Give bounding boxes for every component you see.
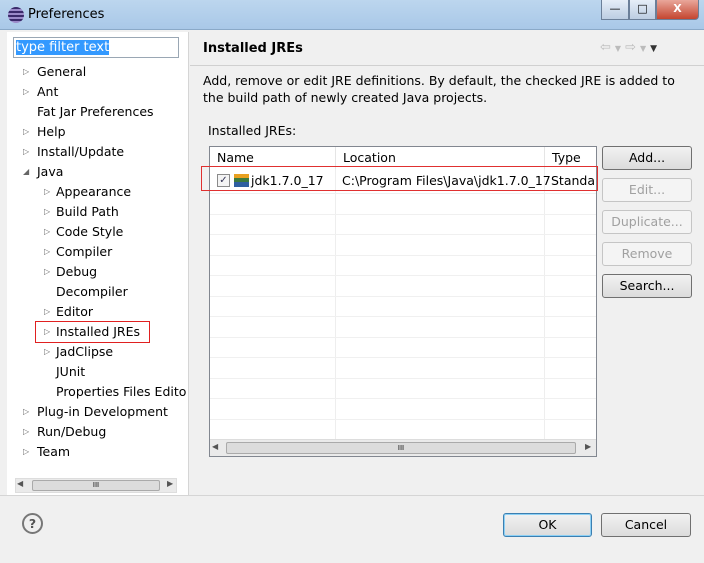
maximize-button[interactable]: □	[629, 0, 656, 20]
tree-item-label: General	[37, 64, 87, 79]
collapsed-arrow-icon[interactable]: ▷	[44, 202, 50, 222]
tree-horizontal-scrollbar[interactable]: ◀ III ▶	[15, 478, 177, 493]
tree-item-label: Run/Debug	[37, 424, 107, 439]
collapsed-arrow-icon[interactable]: ▷	[44, 322, 50, 342]
grid-line	[210, 398, 596, 399]
help-icon[interactable]: ?	[22, 513, 43, 534]
back-arrow-icon[interactable]: ⇦	[600, 40, 615, 55]
grid-line	[210, 316, 596, 317]
title-bar: Preferences — □ X	[0, 0, 704, 30]
grid-line	[210, 213, 596, 215]
collapsed-arrow-icon[interactable]: ▷	[44, 342, 50, 362]
tree-item-label: Build Path	[56, 204, 119, 219]
table-horizontal-scrollbar[interactable]: ◀ III ▶	[210, 439, 596, 456]
grid-line	[210, 377, 596, 379]
view-menu-icon[interactable]: ▼	[650, 44, 661, 54]
divider	[0, 495, 704, 496]
minimize-button[interactable]: —	[601, 0, 629, 20]
preferences-tree-panel: type filter text ▷ General ▷ Ant Fat Jar Pre…	[7, 32, 189, 495]
scroll-thumb[interactable]: III	[32, 480, 160, 491]
tree-item-label: Install/Update	[37, 144, 125, 159]
page-navigation: ⇦▼⇨▼▼	[600, 40, 661, 55]
tree-item-label: Debug	[56, 264, 98, 279]
collapsed-arrow-icon[interactable]: ▷	[23, 62, 29, 82]
search-button[interactable]: Search...	[602, 274, 692, 298]
jre-list-label: Installed JREs:	[208, 123, 297, 138]
tree-item-label: Ant	[37, 84, 59, 99]
scroll-left-arrow-icon[interactable]: ◀	[17, 479, 23, 488]
page-description: Add, remove or edit JRE definitions. By …	[203, 73, 675, 105]
scroll-right-arrow-icon[interactable]: ▶	[167, 479, 173, 488]
collapsed-arrow-icon[interactable]: ▷	[44, 242, 50, 262]
collapsed-arrow-icon[interactable]: ▷	[23, 402, 29, 422]
remove-button[interactable]: Remove	[602, 242, 692, 266]
back-menu-icon[interactable]: ▼	[615, 44, 625, 53]
tree-item-label: Plug-in Development	[37, 404, 168, 419]
collapsed-arrow-icon[interactable]: ▷	[44, 182, 50, 202]
tree-item-label: Java	[37, 164, 64, 179]
tree-item[interactable]: ▷ Installed JREs	[35, 321, 150, 343]
window-title: Preferences	[28, 7, 105, 22]
close-button[interactable]: X	[656, 0, 699, 20]
tree-item-label: Team	[37, 444, 71, 459]
tree-item-label: Code Style	[56, 224, 124, 239]
installed-jres-page: Installed JREs ⇦▼⇨▼▼ Add, remove or edit…	[190, 32, 704, 495]
tree-item-label: Fat Jar Preferences	[37, 104, 154, 119]
tree-item-label: Properties Files Edito	[56, 384, 187, 399]
grid-line	[210, 234, 596, 235]
grid-line	[210, 193, 596, 194]
grid-line	[210, 275, 596, 276]
filter-text: type filter text	[16, 40, 110, 55]
forward-arrow-icon[interactable]: ⇨	[625, 40, 640, 55]
expanded-arrow-icon[interactable]: ◢	[23, 162, 29, 182]
cancel-button[interactable]: Cancel	[601, 513, 691, 537]
add-button[interactable]: Add...	[602, 146, 692, 170]
tree-item-label: Editor	[56, 304, 93, 319]
grid-line	[210, 254, 596, 256]
collapsed-arrow-icon[interactable]: ▷	[44, 222, 50, 242]
collapsed-arrow-icon[interactable]: ▷	[23, 442, 29, 462]
forward-menu-icon[interactable]: ▼	[640, 44, 650, 53]
ok-button[interactable]: OK	[503, 513, 592, 537]
tree-item-label: Appearance	[56, 184, 132, 199]
highlight-box	[201, 166, 598, 191]
scroll-left-arrow-icon[interactable]: ◀	[212, 442, 218, 451]
tree-item-label: JadClipse	[56, 344, 114, 359]
page-title: Installed JREs	[203, 41, 303, 56]
grid-line	[210, 357, 596, 358]
edit-button[interactable]: Edit...	[602, 178, 692, 202]
tree-item-label: Compiler	[56, 244, 113, 259]
collapsed-arrow-icon[interactable]: ▷	[23, 122, 29, 142]
scroll-thumb[interactable]: III	[226, 442, 576, 454]
tree-item-label: Decompiler	[56, 284, 128, 299]
collapsed-arrow-icon[interactable]: ▷	[23, 82, 29, 102]
duplicate-button[interactable]: Duplicate...	[602, 210, 692, 234]
tree-item-label: Help	[37, 124, 66, 139]
grid-line	[210, 336, 596, 338]
grid-line	[210, 295, 596, 297]
jre-table: Name Location Type ✓ jdk1.7.0_17 C:\Prog…	[209, 146, 597, 457]
tree-item-label: Installed JREs	[56, 324, 141, 339]
tree-item-label: JUnit	[56, 364, 86, 379]
divider	[190, 65, 704, 66]
collapsed-arrow-icon[interactable]: ▷	[23, 142, 29, 162]
collapsed-arrow-icon[interactable]: ▷	[44, 262, 50, 282]
scroll-right-arrow-icon[interactable]: ▶	[585, 442, 591, 451]
collapsed-arrow-icon[interactable]: ▷	[44, 302, 50, 322]
eclipse-icon	[8, 7, 24, 23]
grid-line	[210, 418, 596, 420]
collapsed-arrow-icon[interactable]: ▷	[23, 422, 29, 442]
filter-input[interactable]: type filter text	[13, 37, 179, 58]
